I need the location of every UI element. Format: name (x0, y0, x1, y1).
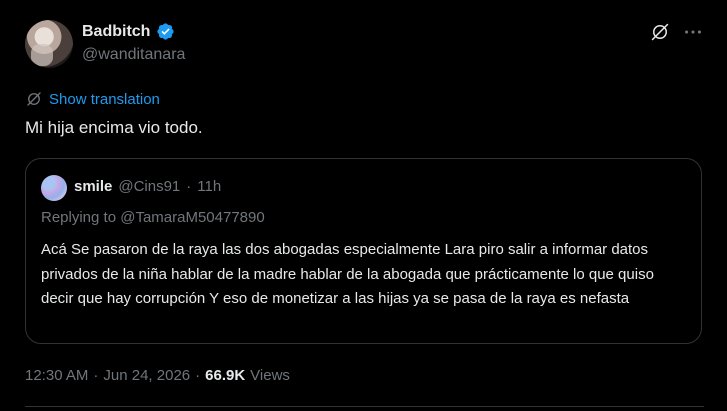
quoted-tweet-card[interactable]: smile @Cins91 · 11h Replying to @TamaraM… (25, 158, 702, 344)
quote-author-handle[interactable]: @Cins91 (118, 178, 180, 195)
author-name-row: Badbitch (82, 22, 175, 41)
tweet-text: Mi hija encima vio todo. (25, 118, 203, 137)
tweet-time[interactable]: 12:30 AM (25, 367, 88, 384)
author-avatar[interactable] (25, 20, 73, 68)
quote-header: smile @Cins91 · 11h (74, 178, 221, 195)
grok-icon[interactable] (650, 22, 670, 42)
tweet-date[interactable]: Jun 24, 2026 (103, 367, 190, 384)
author-handle[interactable]: @wanditanara (82, 46, 185, 64)
show-translation-link[interactable]: Show translation (25, 90, 160, 108)
show-translation-label[interactable]: Show translation (49, 91, 160, 108)
verified-badge-icon (156, 22, 175, 41)
quote-timestamp[interactable]: 11h (197, 178, 221, 195)
more-options-icon[interactable] (682, 22, 704, 42)
bottom-divider (25, 406, 704, 407)
views-count: 66.9K (205, 367, 246, 384)
author-display-name[interactable]: Badbitch (82, 23, 150, 41)
tweet: Badbitch @wanditanara Show translation M… (0, 0, 727, 411)
quote-author-display-name[interactable]: smile (74, 178, 112, 195)
quote-body-text: Acá Se pasaron de la raya las dos abogad… (41, 241, 654, 307)
footer-separator-1: · (93, 367, 99, 384)
footer-separator-2: · (195, 367, 201, 384)
tweet-metadata: 12:30 AM · Jun 24, 2026 · 66.9K Views (25, 367, 290, 384)
translate-icon (25, 90, 43, 108)
quote-separator: · (186, 178, 192, 195)
quote-replying-to: Replying to @TamaraM50477890 (41, 209, 265, 226)
quote-author-avatar[interactable] (41, 175, 67, 201)
views-label: Views (250, 367, 290, 384)
